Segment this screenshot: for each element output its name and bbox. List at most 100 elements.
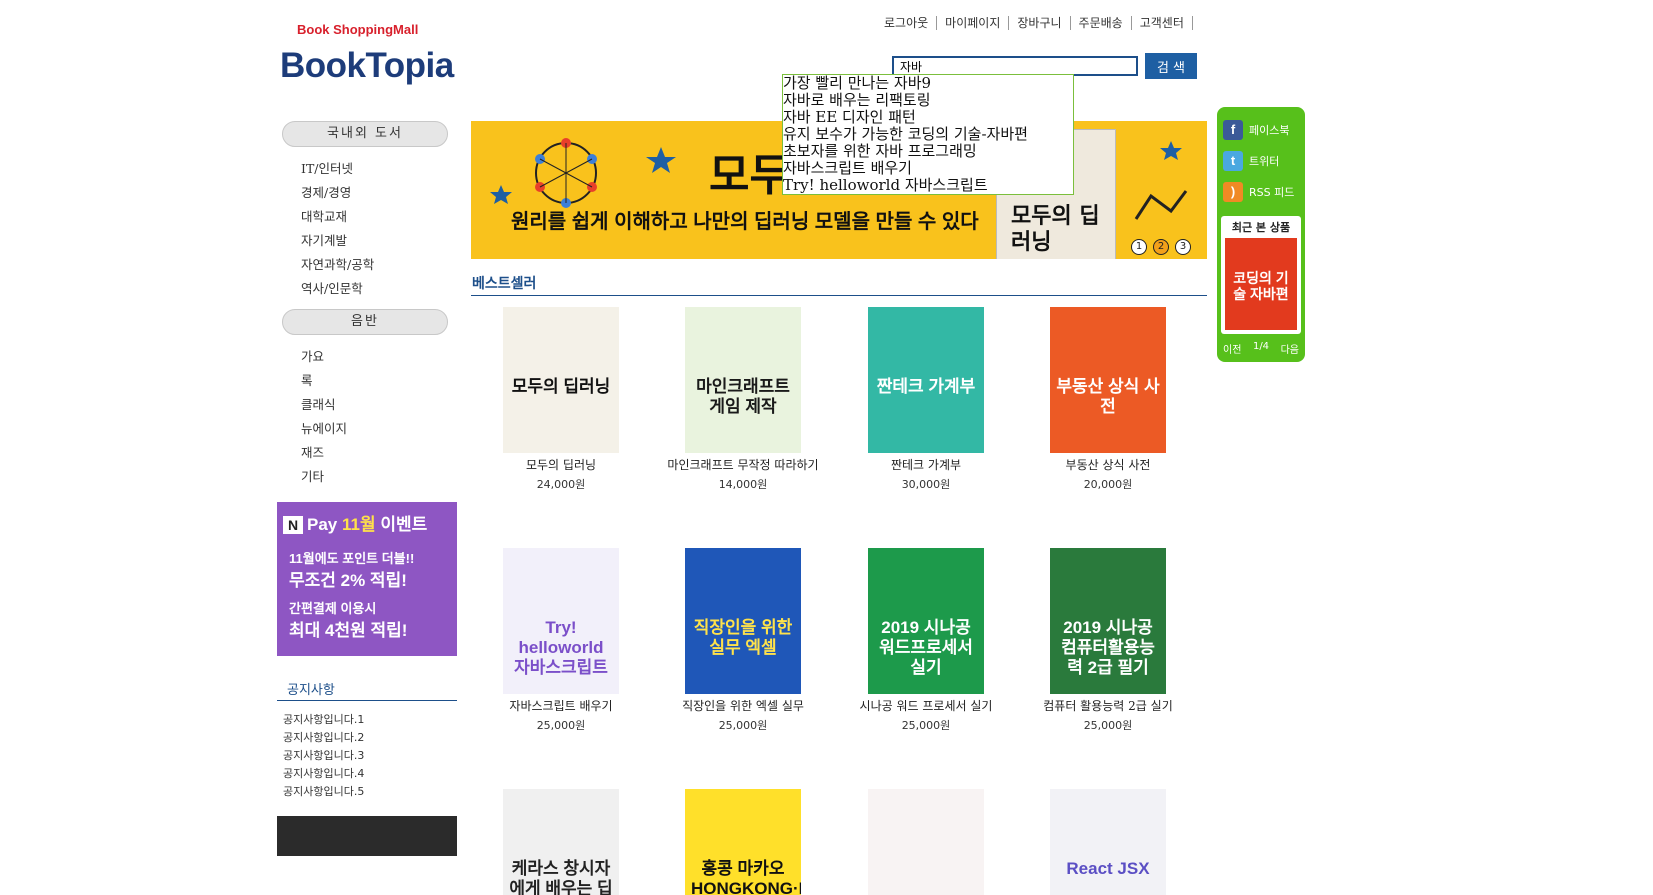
notice-item[interactable]: 공지사항입니다.5 [283,783,364,801]
product-price: 14,000원 [718,478,768,491]
category-item[interactable]: 자기계발 [301,229,374,253]
category-item[interactable]: 가요 [301,345,347,369]
category-item[interactable]: 역사/인문학 [301,277,374,301]
product-card[interactable]: 부동산 상식 사전 부동산 상식 사전 20,000원 [1018,307,1198,492]
nav-logout[interactable]: 로그아웃 [876,16,938,30]
product-cover-text: 부동산 상식 사전 [1056,377,1160,416]
suggestion-item[interactable]: 유지 보수가 가능한 코딩의 기술-자바편 [783,126,1073,143]
product-cover[interactable]: Try! helloworld 자바스크립트 [503,548,619,694]
product-name[interactable]: 직장인을 위한 엑셀 실무 [653,697,833,714]
banner-book-label: 모두의 딥러닝 [1011,204,1100,255]
product-name[interactable]: 컴퓨터 활용능력 2급 실기 [1018,697,1198,714]
domestic-books-header[interactable]: 국내외 도서 [282,121,448,147]
product-card[interactable]: 짠테크 가계부 짠테크 가계부 30,000원 [836,307,1016,492]
product-cover[interactable]: 모두의 딥러닝 [503,307,619,453]
category-item[interactable]: 클래식 [301,393,347,417]
product-card[interactable]: 홍콩 마카오 HONGKONG·MACAO [653,789,833,895]
product-cover[interactable]: 2019 시나공 워드프로세서 실기 [868,548,984,694]
recent-product-cover[interactable]: 코딩의 기술 자바편 [1225,238,1297,330]
suggestion-item[interactable]: 초보자를 위한 자바 프로그래밍 [783,143,1073,160]
facebook-link[interactable]: f 페이스북 [1223,120,1289,140]
product-name[interactable]: 부동산 상식 사전 [1018,456,1198,473]
recent-prev-button[interactable]: 이전 [1223,341,1241,356]
nav-support[interactable]: 고객센터 [1132,16,1193,30]
notice-title[interactable]: 공지사항 [287,679,335,698]
product-cover[interactable]: 2019 시나공 컴퓨터활용능력 2급 필기 [1050,548,1166,694]
twitter-link[interactable]: t 트위터 [1223,151,1279,171]
suggestion-item[interactable]: 가장 빨리 만나는 자바9 [783,75,1073,92]
product-cover[interactable]: 부동산 상식 사전 [1050,307,1166,453]
product-name[interactable]: 자바스크립트 배우기 [471,697,651,714]
product-card[interactable]: React JSX [1018,789,1198,895]
recent-products-title: 최근 본 상품 [1231,221,1291,234]
product-cover[interactable]: 짠테크 가계부 [868,307,984,453]
product-cover[interactable]: 홍콩 마카오 HONGKONG·MACAO [685,789,801,895]
product-price: 24,000원 [536,478,586,491]
product-card[interactable]: Try! helloworld 자바스크립트자바스크립트 배우기 25,000원 [471,548,651,733]
banner-dot-1[interactable]: 1 [1131,239,1147,255]
logo[interactable]: BookTopia [280,46,454,86]
notice-list: 공지사항입니다.1 공지사항입니다.2 공지사항입니다.3 공지사항입니다.4 … [283,711,364,801]
music-list: 가요 록 클래식 뉴에이지 재즈 기타 [301,345,347,489]
notice-item[interactable]: 공지사항입니다.1 [283,711,364,729]
nav-mypage[interactable]: 마이페이지 [937,16,1010,30]
suggestion-item[interactable]: 자바스크립트 배우기 [783,160,1073,177]
product-cover[interactable]: React JSX [1050,789,1166,895]
category-item[interactable]: 재즈 [301,441,347,465]
product-card[interactable]: 2019 시나공 워드프로세서 실기 시나공 워드 프로세서 실기 25,000원 [836,548,1016,733]
recent-next-button[interactable]: 다음 [1281,341,1299,356]
banner-dot-2[interactable]: 2 [1153,239,1169,255]
product-name[interactable]: 모두의 딥러닝 [471,456,651,473]
nav-cart[interactable]: 장바구니 [1009,16,1071,30]
notice-item[interactable]: 공지사항입니다.4 [283,765,364,783]
product-price: 25,000원 [1083,719,1133,732]
notice-item[interactable]: 공지사항입니다.2 [283,729,364,747]
search-button[interactable]: 검 색 [1145,53,1197,79]
product-cover-text: 홍콩 마카오 HONGKONG·MACAO [691,859,801,895]
banner-pager: 1 2 3 [1131,239,1191,255]
npay-event-banner[interactable]: N Pay 11월 이벤트 11월에도 포인트 더블!! 무조건 2% 적립! 간… [277,502,457,656]
rss-link[interactable]: ) RSS 피드 [1223,182,1294,202]
product-price: 30,000원 [901,478,951,491]
category-item[interactable]: 경제/경영 [301,181,374,205]
notice-item[interactable]: 공지사항입니다.3 [283,747,364,765]
category-item[interactable]: 록 [301,369,347,393]
suggestion-item[interactable]: 자바 EE 디자인 패턴 [783,109,1073,126]
product-name[interactable]: 시나공 워드 프로세서 실기 [836,697,1016,714]
product-cover[interactable] [868,789,984,895]
product-card[interactable] [836,789,1016,895]
event-headline: N Pay 11월 이벤트 [283,510,427,535]
product-card[interactable]: 마인크래프트 게임 제작마인크래프트 무작정 따라하기 14,000원 [653,307,833,492]
suggestion-item[interactable]: Try! helloworld 자바스크립트 [783,177,1073,194]
npay-logo-icon: N [283,516,303,534]
category-item[interactable]: 기타 [301,465,347,489]
top-nav: 로그아웃 마이페이지 장바구니 주문배송 고객센터 [876,16,1193,30]
product-card[interactable]: 케라스 창시자에게 배우는 딥러닝 [471,789,651,895]
recent-products: 최근 본 상품 코딩의 기술 자바편 [1221,216,1301,334]
twitter-icon: t [1223,151,1243,171]
category-item[interactable]: IT/인터넷 [301,157,374,181]
product-cover-text: 2019 시나공 컴퓨터활용능력 2급 필기 [1061,618,1155,677]
dark-promo-banner[interactable] [277,816,457,856]
product-card[interactable]: 직장인을 위한 실무 엑셀 직장인을 위한 엑셀 실무 25,000원 [653,548,833,733]
nav-orders[interactable]: 주문배송 [1071,16,1132,30]
product-cover-text: 직장인을 위한 실무 엑셀 [693,618,793,657]
product-card[interactable]: 모두의 딥러닝 모두의 딥러닝 24,000원 [471,307,651,492]
category-item[interactable]: 대학교재 [301,205,374,229]
bestseller-title: 베스트셀러 [472,276,537,292]
banner-dot-3[interactable]: 3 [1175,239,1191,255]
search-input[interactable] [892,56,1138,76]
category-item[interactable]: 뉴에이지 [301,417,347,441]
category-item[interactable]: 자연과학/공학 [301,253,374,277]
logo-tagline: Book ShoppingMall [297,22,419,37]
product-name[interactable]: 짠테크 가계부 [836,456,1016,473]
product-cover[interactable]: 마인크래프트 게임 제작 [685,307,801,453]
suggestion-item[interactable]: 자바로 배우는 리팩토링 [783,92,1073,109]
product-card[interactable]: 2019 시나공 컴퓨터활용능력 2급 필기컴퓨터 활용능력 2급 실기 25,0… [1018,548,1198,733]
product-cover-text: 모두의 딥러닝 [511,377,611,396]
product-price: 25,000원 [536,719,586,732]
product-cover[interactable]: 케라스 창시자에게 배우는 딥러닝 [503,789,619,895]
product-name[interactable]: 마인크래프트 무작정 따라하기 [653,456,833,473]
product-cover[interactable]: 직장인을 위한 실무 엑셀 [685,548,801,694]
music-header[interactable]: 음반 [282,309,448,335]
